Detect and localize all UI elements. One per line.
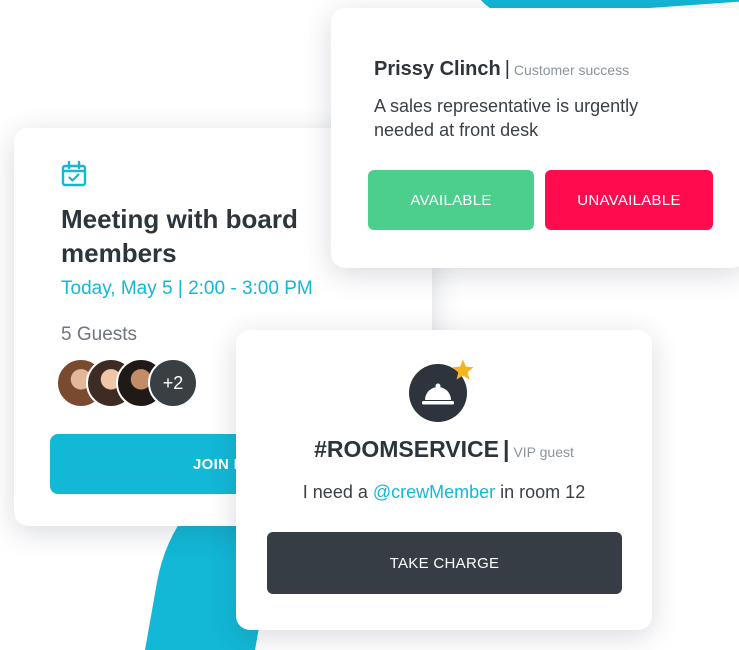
room-service-bell-icon xyxy=(409,358,479,422)
room-service-card: #ROOMSERVICE | VIP guest I need a @crewMem… xyxy=(236,330,652,630)
star-icon xyxy=(452,359,474,380)
channel-name: #ROOMSERVICE xyxy=(314,436,499,462)
support-request-card: Prissy Clinch | Customer success A sales r… xyxy=(331,8,739,268)
meeting-title: Meeting with board members xyxy=(61,204,298,268)
available-button[interactable]: AVAILABLE xyxy=(368,170,534,230)
requester-role: Customer success xyxy=(513,62,630,78)
unavailable-button[interactable]: UNAVAILABLE xyxy=(545,170,713,230)
separator: | xyxy=(503,436,510,462)
separator: | xyxy=(504,58,510,80)
guest-role: VIP guest xyxy=(513,444,574,460)
room-message: I need a @crewMember in room 12 xyxy=(236,482,652,503)
more-guests-badge[interactable]: +2 xyxy=(148,358,198,408)
support-header: Prissy Clinch | Customer success xyxy=(374,58,629,81)
message-text: in room 12 xyxy=(495,482,586,502)
requester-name: Prissy Clinch xyxy=(374,58,501,80)
support-message: A sales representative is urgently neede… xyxy=(374,96,639,140)
message-text: I need a xyxy=(302,482,373,502)
guests-count: 5 Guests xyxy=(61,324,138,345)
take-charge-button[interactable]: TAKE CHARGE xyxy=(267,532,622,594)
mention-link[interactable]: @crewMember xyxy=(373,482,495,502)
meeting-time: Today, May 5 | 2:00 - 3:00 PM xyxy=(61,278,313,299)
calendar-check-icon xyxy=(61,160,87,187)
room-header: #ROOMSERVICE | VIP guest xyxy=(236,436,652,463)
guest-avatars[interactable]: +2 xyxy=(56,358,226,410)
